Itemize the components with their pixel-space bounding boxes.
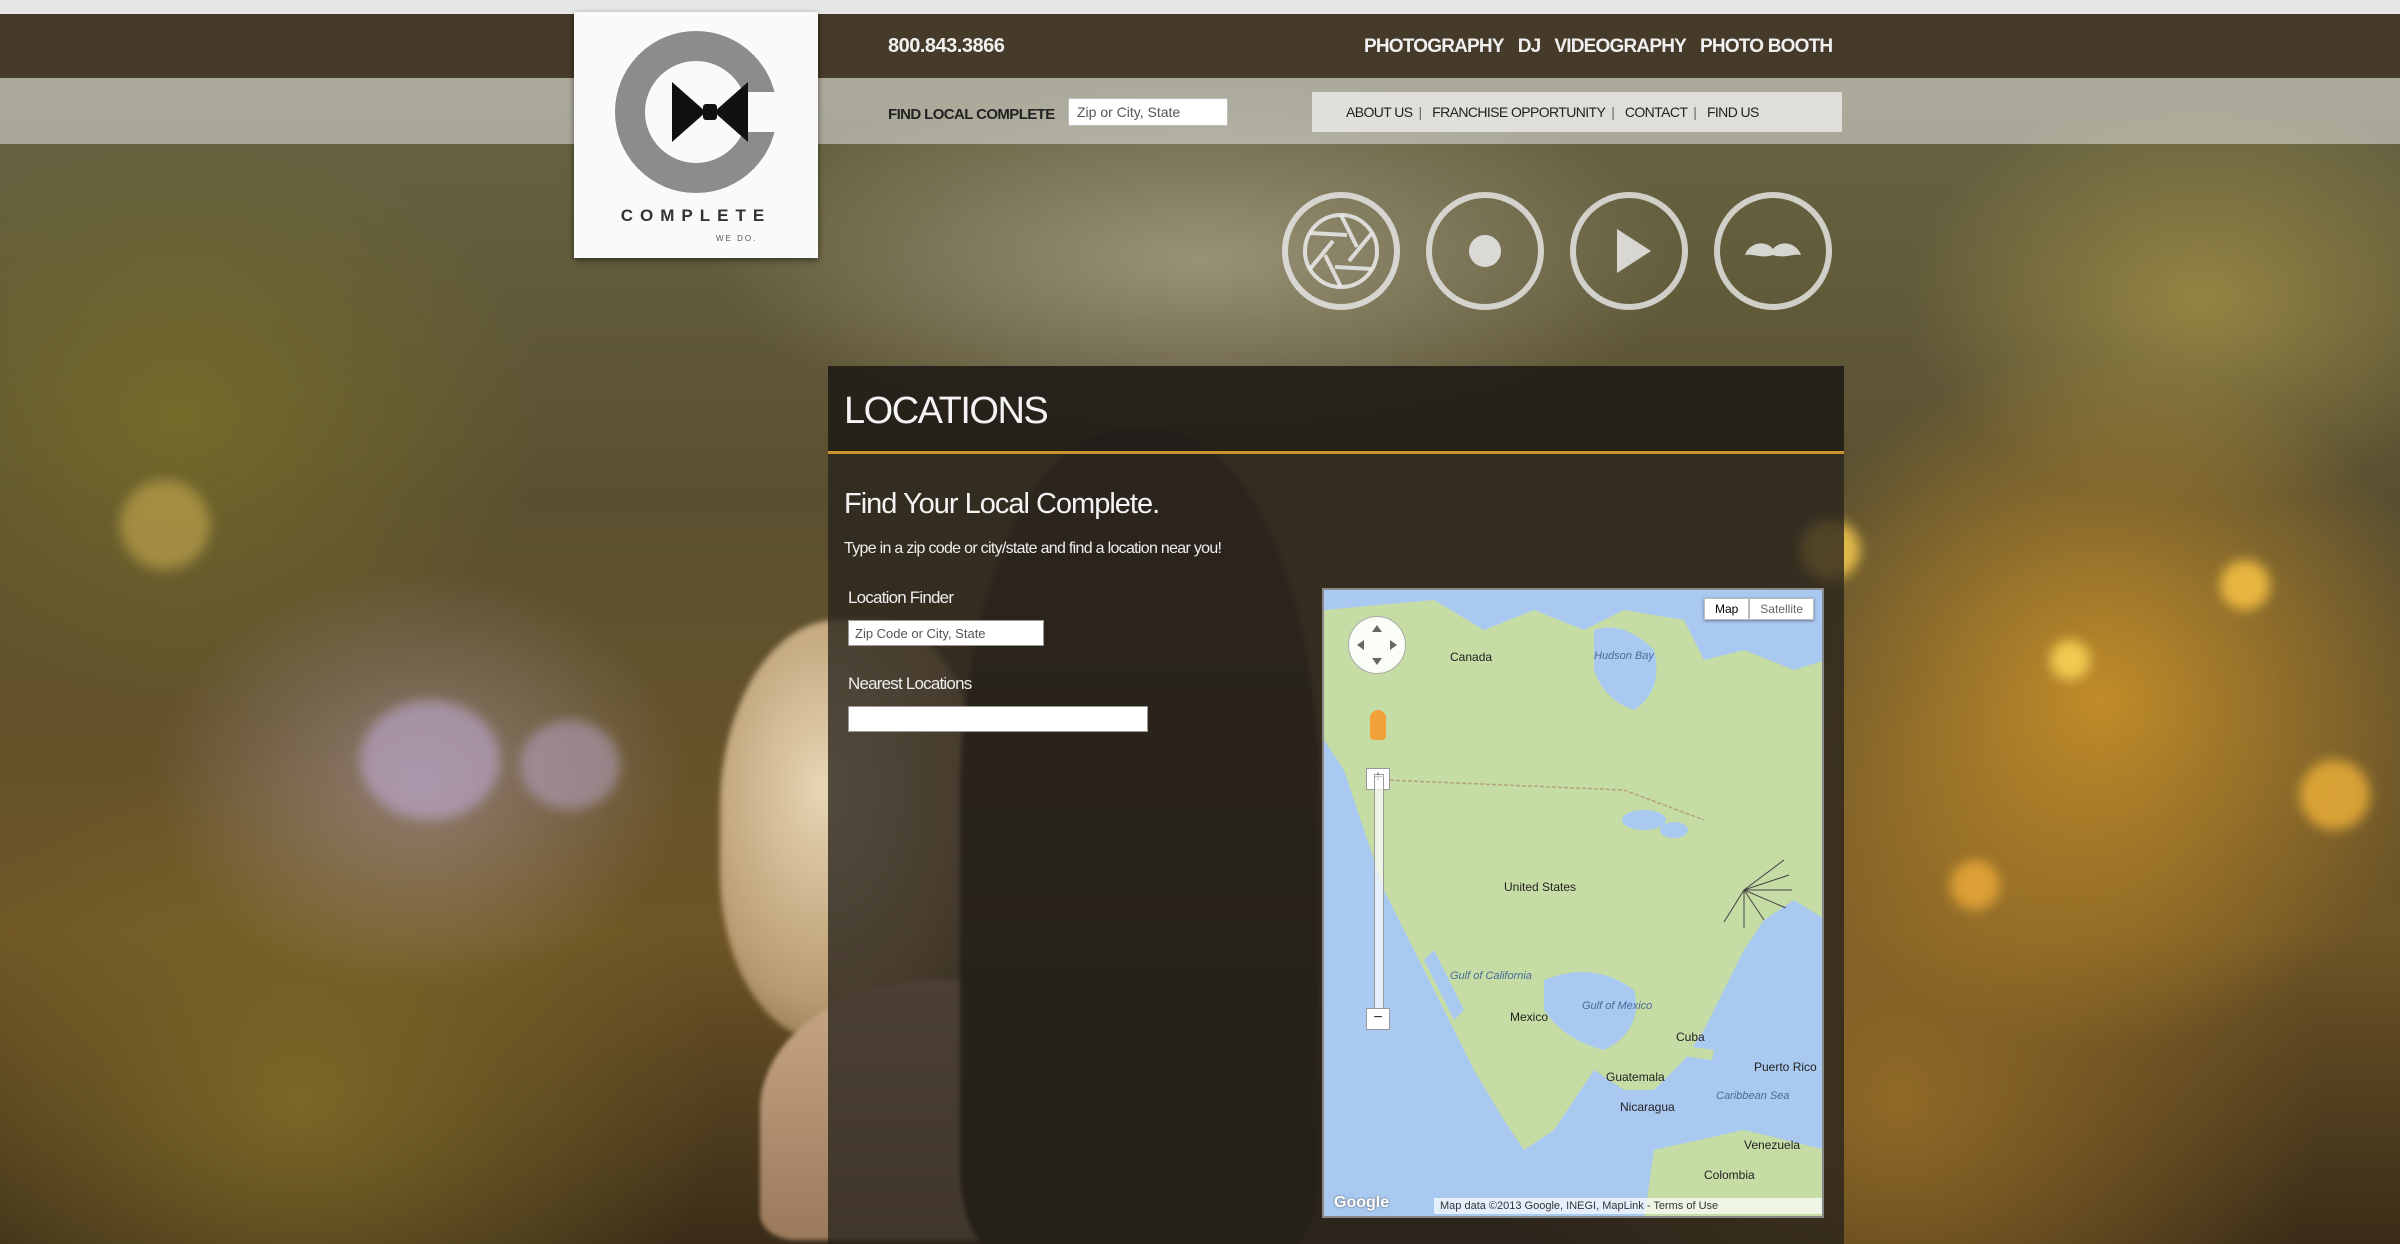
photo-booth-service-button[interactable] bbox=[1714, 192, 1832, 310]
street-view-pegman-icon[interactable] bbox=[1370, 710, 1386, 740]
location-finder-label: Location Finder bbox=[848, 588, 954, 607]
map-label-gulf-mexico: Gulf of Mexico bbox=[1582, 1000, 1653, 1012]
nav-dj[interactable]: DJ bbox=[1518, 36, 1541, 58]
nav-franchise-opportunity[interactable]: FRANCHISE OPPORTUNITY bbox=[1432, 104, 1606, 120]
nav-separator: | bbox=[1611, 104, 1615, 120]
bokeh bbox=[2050, 640, 2090, 680]
nav-photo-booth[interactable]: PHOTO BOOTH bbox=[1700, 36, 1833, 58]
map-type-toggle: Map Satellite bbox=[1703, 598, 1814, 620]
map-geography bbox=[1324, 600, 1822, 1216]
nearest-locations-list[interactable] bbox=[848, 706, 1148, 732]
aperture-icon bbox=[1303, 213, 1379, 289]
map-type-map-button[interactable]: Map bbox=[1703, 598, 1750, 620]
map-zoom-slider[interactable] bbox=[1374, 774, 1384, 1016]
main-nav: PHOTOGRAPHY DJ VIDEOGRAPHY PHOTO BOOTH bbox=[1364, 36, 1833, 58]
logo-mark-icon bbox=[615, 31, 782, 193]
page-title: LOCATIONS bbox=[844, 390, 1049, 432]
nav-find-us[interactable]: FIND US bbox=[1707, 104, 1759, 120]
bokeh bbox=[2300, 760, 2370, 830]
map-label-hudson-bay: Hudson Bay bbox=[1594, 650, 1654, 662]
find-local-input[interactable] bbox=[1068, 98, 1228, 126]
map-label-puerto-rico: Puerto Rico bbox=[1754, 1060, 1817, 1074]
locations-heading: Find Your Local Complete. bbox=[844, 488, 1160, 520]
bokeh bbox=[2220, 560, 2270, 610]
nav-about-us[interactable]: ABOUT US bbox=[1346, 104, 1413, 120]
location-finder-input[interactable] bbox=[848, 620, 1044, 646]
nav-separator: | bbox=[1418, 104, 1423, 120]
map-label-nicaragua: Nicaragua bbox=[1620, 1100, 1675, 1114]
map-label-gulf-california: Gulf of California bbox=[1450, 970, 1532, 982]
logo[interactable]: COMPLETE WE DO. bbox=[574, 12, 818, 258]
nearest-locations-label: Nearest Locations bbox=[848, 674, 972, 693]
locations-subheading: Type in a zip code or city/state and fin… bbox=[844, 540, 1222, 557]
map-label-canada: Canada bbox=[1450, 650, 1493, 664]
map-attribution[interactable]: Map data ©2013 Google, INEGI, MapLink - … bbox=[1434, 1198, 1822, 1214]
browser-strip bbox=[0, 0, 2400, 14]
map-type-satellite-button[interactable]: Satellite bbox=[1749, 598, 1814, 620]
nav-contact[interactable]: CONTACT bbox=[1625, 104, 1688, 120]
google-logo: Google bbox=[1334, 1194, 1390, 1211]
map-label-caribbean: Caribbean Sea bbox=[1716, 1090, 1790, 1102]
logo-wordmark: COMPLETE bbox=[620, 206, 772, 225]
sub-nav: ABOUT US | FRANCHISE OPPORTUNITY | CONTACT… bbox=[1312, 92, 1842, 132]
find-local-label: FIND LOCAL COMPLETE bbox=[888, 106, 1055, 123]
bokeh bbox=[520, 720, 620, 810]
map-label-mexico: Mexico bbox=[1510, 1010, 1549, 1024]
videography-service-button[interactable] bbox=[1570, 192, 1688, 310]
phone-number: 800.843.3866 bbox=[888, 35, 1005, 57]
pan-arrows-icon bbox=[1357, 625, 1397, 665]
nav-videography[interactable]: VIDEOGRAPHY bbox=[1554, 36, 1686, 58]
logo-tagline: WE DO. bbox=[716, 234, 758, 243]
top-bar bbox=[0, 14, 2400, 78]
location-map[interactable]: Map Satellite + − Canada Hudson Bay Unit… bbox=[1322, 588, 1824, 1218]
map-label-colombia: Colombia bbox=[1704, 1168, 1755, 1182]
nav-separator: | bbox=[1693, 104, 1697, 120]
bokeh bbox=[120, 480, 210, 570]
locations-header: LOCATIONS bbox=[828, 366, 1844, 454]
bokeh bbox=[360, 700, 500, 820]
play-icon bbox=[1617, 229, 1651, 273]
map-pan-control[interactable] bbox=[1348, 616, 1406, 674]
nav-photography[interactable]: PHOTOGRAPHY bbox=[1364, 36, 1505, 58]
dj-service-button[interactable] bbox=[1426, 192, 1544, 310]
map-label-guatemala: Guatemala bbox=[1606, 1070, 1665, 1084]
mustache-icon bbox=[1745, 243, 1801, 257]
record-icon bbox=[1469, 235, 1501, 267]
map-label-cuba: Cuba bbox=[1676, 1030, 1705, 1044]
bokeh bbox=[1950, 860, 2000, 910]
map-label-venezuela: Venezuela bbox=[1744, 1138, 1801, 1152]
photography-service-button[interactable] bbox=[1282, 192, 1400, 310]
map-zoom-out-button[interactable]: − bbox=[1366, 1008, 1390, 1030]
map-label-united-states: United States bbox=[1504, 880, 1577, 894]
